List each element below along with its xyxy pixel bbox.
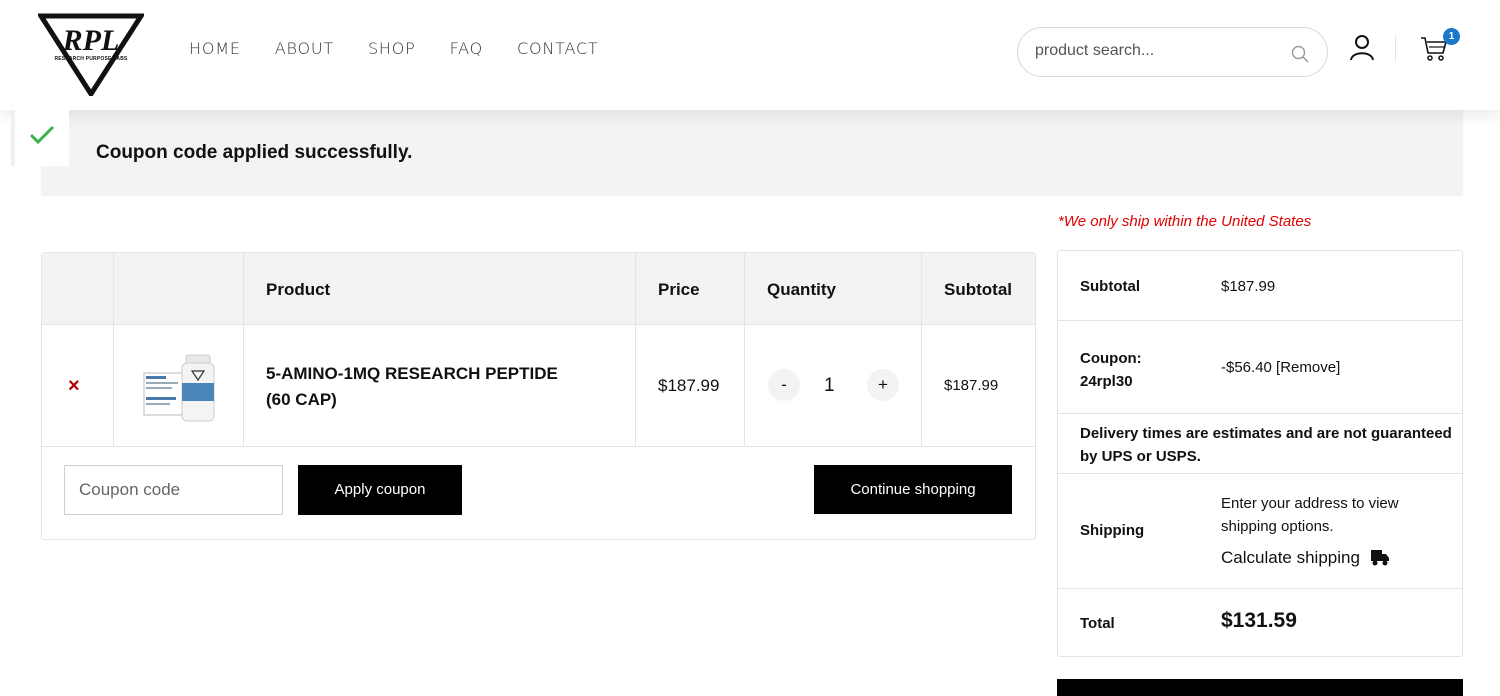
logo-subtext: RESEARCH PURPOSE LABS: [54, 56, 128, 62]
totals-row-shipping: Shipping Enter your address to view ship…: [1058, 474, 1462, 589]
qty-value[interactable]: 1: [824, 375, 835, 397]
coupon-value: -$56.40 [Remove]: [1221, 359, 1341, 376]
proceed-checkout-button[interactable]: [1057, 679, 1463, 696]
coupon-label: Coupon: 24rpl30: [1080, 350, 1142, 390]
cart-table: Product Price Quantity Subtotal × 5-AMIN…: [41, 252, 1036, 540]
col-subtotal: Subtotal: [944, 280, 1012, 299]
total-value: $131.59: [1221, 609, 1297, 632]
product-thumbnail[interactable]: [142, 353, 220, 423]
qty-decrease-button[interactable]: -: [768, 369, 800, 401]
coupon-code-input[interactable]: [64, 465, 283, 515]
item-price: $187.99: [658, 376, 720, 395]
col-quantity: Quantity: [767, 280, 836, 299]
subtotal-label: Subtotal: [1080, 278, 1140, 295]
notice-message: Coupon code applied successfully.: [96, 142, 413, 163]
nav-home[interactable]: HOME: [189, 39, 241, 58]
calculate-shipping-link[interactable]: Calculate shipping: [1221, 548, 1390, 568]
user-icon[interactable]: [1349, 34, 1375, 62]
logo-triangle-icon: RPL: [36, 13, 146, 99]
svg-text:RPL: RPL: [62, 24, 120, 57]
check-icon: [29, 125, 55, 145]
table-row: × 5-AMINO-1MQ RESEARCH PEPTIDE (60 CAP) …: [42, 325, 1035, 447]
remove-item-button[interactable]: ×: [68, 375, 80, 398]
main-nav: HOME ABOUT SHOP FAQ CONTACT: [189, 39, 633, 58]
nav-shop[interactable]: SHOP: [368, 39, 416, 58]
subtotal-value: $187.99: [1221, 278, 1276, 295]
totals-row-coupon: Coupon: 24rpl30 -$56.40 [Remove]: [1058, 321, 1462, 414]
col-price: Price: [658, 280, 700, 299]
notice-check-box: [15, 110, 69, 166]
nav-about[interactable]: ABOUT: [275, 39, 334, 58]
cart-totals: Subtotal $187.99 Coupon: 24rpl30 -$56.40…: [1057, 250, 1463, 657]
truck-icon: [1370, 550, 1389, 566]
total-label: Total: [1080, 615, 1115, 632]
ship-note: *We only ship within the United States: [1058, 213, 1312, 230]
search-box: [1017, 27, 1328, 77]
search-icon[interactable]: [1290, 44, 1310, 64]
apply-coupon-button[interactable]: Apply coupon: [298, 465, 462, 515]
totals-row-total: Total $131.59: [1058, 589, 1462, 656]
search-input[interactable]: [1035, 42, 1285, 60]
nav-faq[interactable]: FAQ: [450, 39, 483, 58]
shipping-info: Enter your address to view shipping opti…: [1221, 495, 1399, 535]
totals-row-subtotal: Subtotal $187.99: [1058, 251, 1462, 321]
product-name[interactable]: 5-AMINO-1MQ RESEARCH PEPTIDE (60 CAP): [266, 361, 606, 413]
header-divider: [1395, 36, 1396, 62]
remove-coupon-link[interactable]: [Remove]: [1276, 359, 1340, 376]
site-header: RPL RESEARCH PURPOSE LABS HOME ABOUT SHO…: [0, 0, 1500, 110]
cart-table-header: Product Price Quantity Subtotal: [42, 253, 1035, 325]
nav-contact[interactable]: CONTACT: [517, 39, 598, 58]
cart-count-badge: 1: [1443, 28, 1460, 45]
delivery-note: Delivery times are estimates and are not…: [1080, 425, 1452, 465]
shipping-label: Shipping: [1080, 522, 1145, 539]
continue-shopping-button[interactable]: Continue shopping: [814, 465, 1012, 514]
item-subtotal: $187.99: [944, 377, 999, 394]
col-product: Product: [266, 280, 331, 299]
site-logo[interactable]: RPL RESEARCH PURPOSE LABS: [36, 12, 146, 99]
qty-increase-button[interactable]: +: [867, 369, 899, 401]
totals-row-delivery: Delivery times are estimates and are not…: [1058, 414, 1462, 474]
